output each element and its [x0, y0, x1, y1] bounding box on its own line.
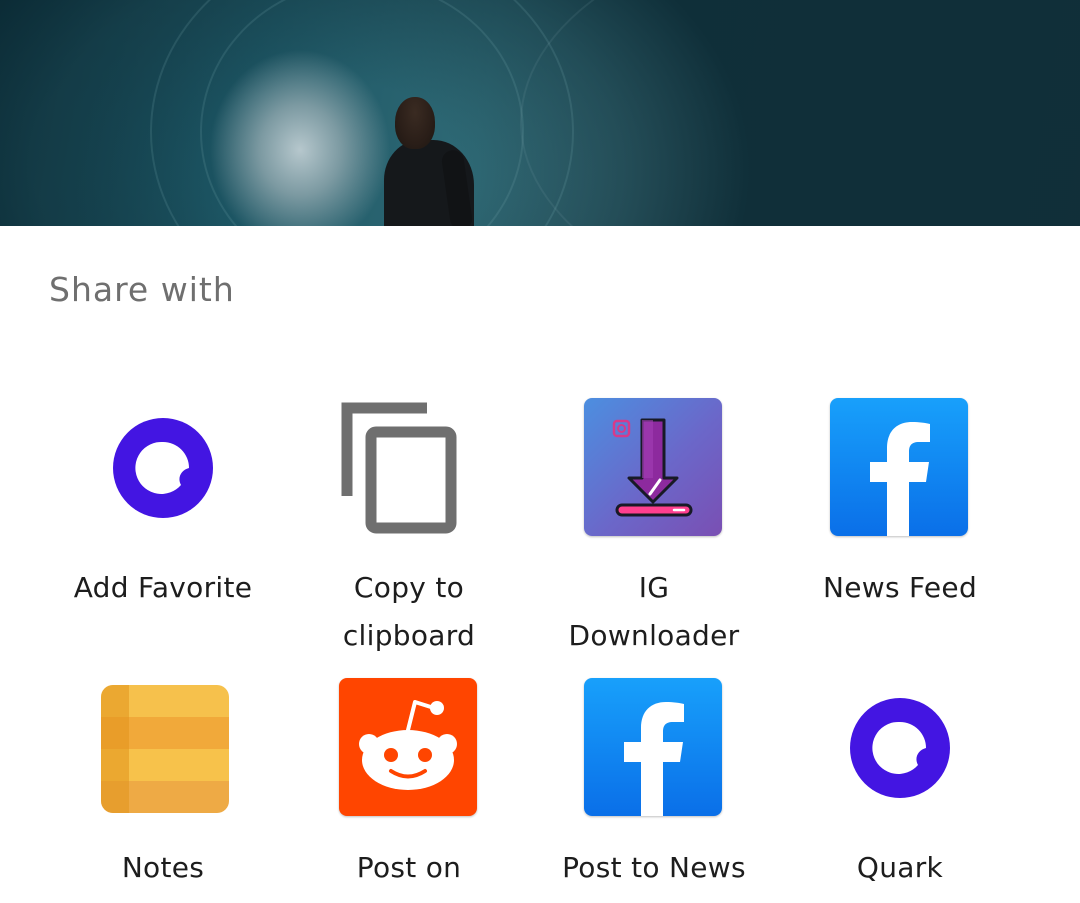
share-target-label: Notes: [121, 851, 205, 884]
sheet-title: Share with: [49, 270, 235, 309]
copy-icon: [339, 398, 479, 538]
ig-downloader-icon: [584, 398, 724, 538]
share-sheet: Share with Add Favorite Copy to clipboar…: [0, 226, 1080, 903]
share-screen: Share with Add Favorite Copy to clipboar…: [0, 0, 1080, 903]
share-target-label: Add Favorite: [73, 571, 253, 604]
share-target-post-on-reddit[interactable]: Post on Reddit: [286, 678, 532, 903]
quark-circle-icon: [830, 678, 970, 818]
share-target-quark-download[interactable]: Quark Download: [777, 678, 1023, 903]
share-target-notes[interactable]: Notes: [40, 678, 286, 892]
share-target-label: IG Downloader: [568, 571, 740, 652]
wave-texture: [200, 0, 524, 226]
share-target-label: Quark Download: [829, 851, 970, 903]
share-target-copy-to-clipboard[interactable]: Copy to clipboard: [286, 398, 532, 660]
share-target-ig-downloader[interactable]: IG Downloader: [531, 398, 777, 660]
share-target-label: Post on Reddit: [356, 851, 462, 903]
facebook-icon: [584, 678, 724, 818]
facebook-icon: [830, 398, 970, 538]
share-target-label: Post to News Feed: [562, 851, 746, 903]
background-photo[interactable]: [0, 0, 1080, 226]
share-target-news-feed[interactable]: News Feed: [777, 398, 1023, 612]
wave-texture: [520, 0, 1080, 226]
reddit-icon: [339, 678, 479, 818]
notes-icon: [93, 678, 233, 818]
share-target-add-favorite[interactable]: Add Favorite: [40, 398, 286, 612]
share-target-post-to-news-feed[interactable]: Post to News Feed: [531, 678, 777, 903]
quark-circle-icon: [93, 398, 233, 538]
surfer-head: [395, 97, 435, 149]
share-target-label: Copy to clipboard: [342, 571, 476, 652]
share-target-label: News Feed: [822, 571, 978, 604]
